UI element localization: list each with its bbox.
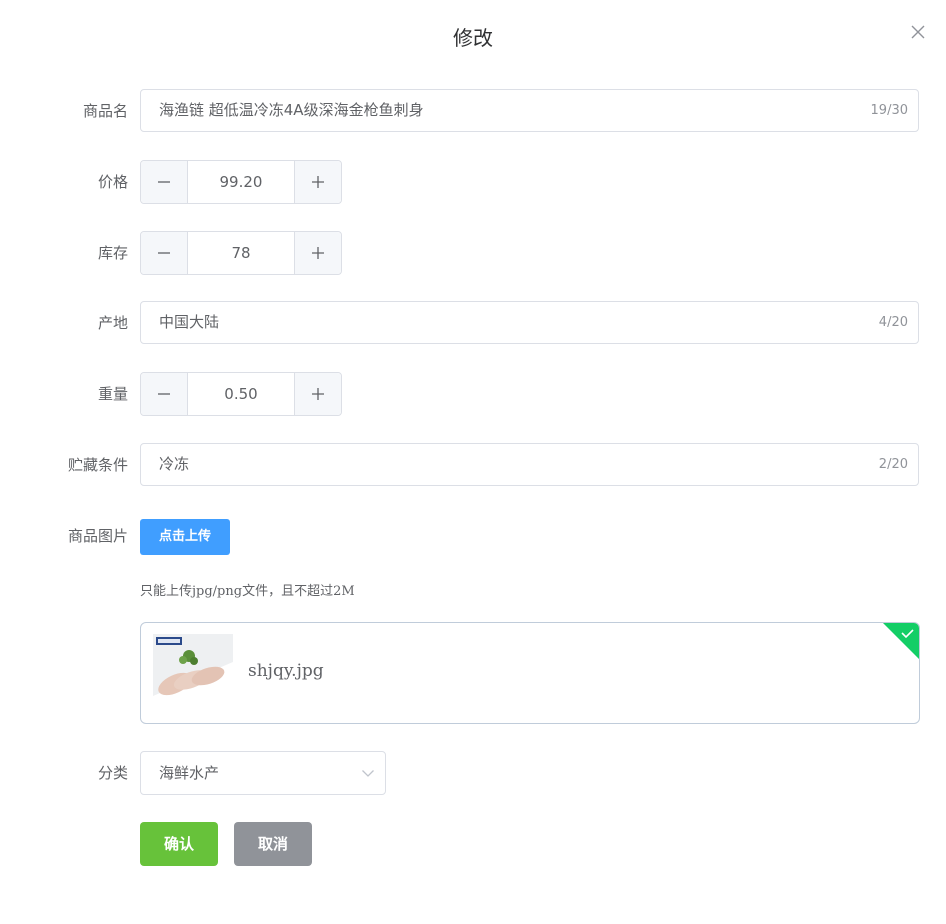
name-value: 海渔链 超低温冷冻4A级深海金枪鱼刺身 [159, 101, 424, 119]
storage-input[interactable]: 冷冻 2/20 [140, 443, 919, 486]
price-value[interactable]: 99.20 [187, 161, 295, 203]
stock-decrease-button[interactable] [141, 232, 188, 274]
minus-icon [158, 252, 170, 254]
upload-tip: 只能上传jpg/png文件，且不超过2M [140, 584, 355, 599]
origin-label: 产地 [97, 314, 128, 332]
minus-icon [158, 393, 170, 395]
price-increase-button[interactable] [294, 161, 341, 203]
file-name: shjqy.jpg [248, 661, 324, 681]
origin-char-count: 4/20 [878, 315, 908, 330]
plus-icon [312, 388, 324, 400]
storage-label: 贮藏条件 [67, 456, 128, 474]
storage-char-count: 2/20 [878, 457, 908, 472]
weight-label: 重量 [97, 385, 128, 403]
stock-label: 库存 [97, 244, 128, 262]
plus-icon [312, 176, 324, 188]
dialog-title: 修改 [453, 26, 493, 50]
cancel-button[interactable]: 取消 [234, 822, 312, 866]
image-label: 商品图片 [67, 527, 128, 545]
price-stepper: 99.20 [140, 160, 342, 204]
storage-value: 冷冻 [159, 455, 190, 473]
name-label: 商品名 [82, 102, 128, 120]
file-thumbnail [153, 634, 233, 714]
weight-increase-button[interactable] [294, 373, 341, 415]
upload-button[interactable]: 点击上传 [140, 519, 230, 555]
category-label: 分类 [97, 764, 128, 782]
name-input[interactable]: 海渔链 超低温冷冻4A级深海金枪鱼刺身 19/30 [140, 89, 919, 132]
weight-stepper: 0.50 [140, 372, 342, 416]
weight-decrease-button[interactable] [141, 373, 188, 415]
stock-increase-button[interactable] [294, 232, 341, 274]
uploaded-file-card[interactable]: shjqy.jpg [140, 622, 920, 724]
close-icon[interactable] [908, 22, 928, 42]
chevron-down-icon [362, 770, 374, 777]
stock-stepper: 78 [140, 231, 342, 275]
origin-input[interactable]: 中国大陆 4/20 [140, 301, 919, 344]
weight-value[interactable]: 0.50 [187, 373, 295, 415]
confirm-button[interactable]: 确认 [140, 822, 218, 866]
check-icon [883, 623, 919, 659]
category-select[interactable]: 海鲜水产 [140, 751, 386, 795]
price-label: 价格 [97, 173, 128, 191]
origin-value: 中国大陆 [159, 313, 220, 331]
stock-value[interactable]: 78 [187, 232, 295, 274]
plus-icon [312, 247, 324, 259]
name-char-count: 19/30 [870, 103, 908, 118]
category-value: 海鲜水产 [159, 764, 220, 782]
minus-icon [158, 181, 170, 183]
price-decrease-button[interactable] [141, 161, 188, 203]
